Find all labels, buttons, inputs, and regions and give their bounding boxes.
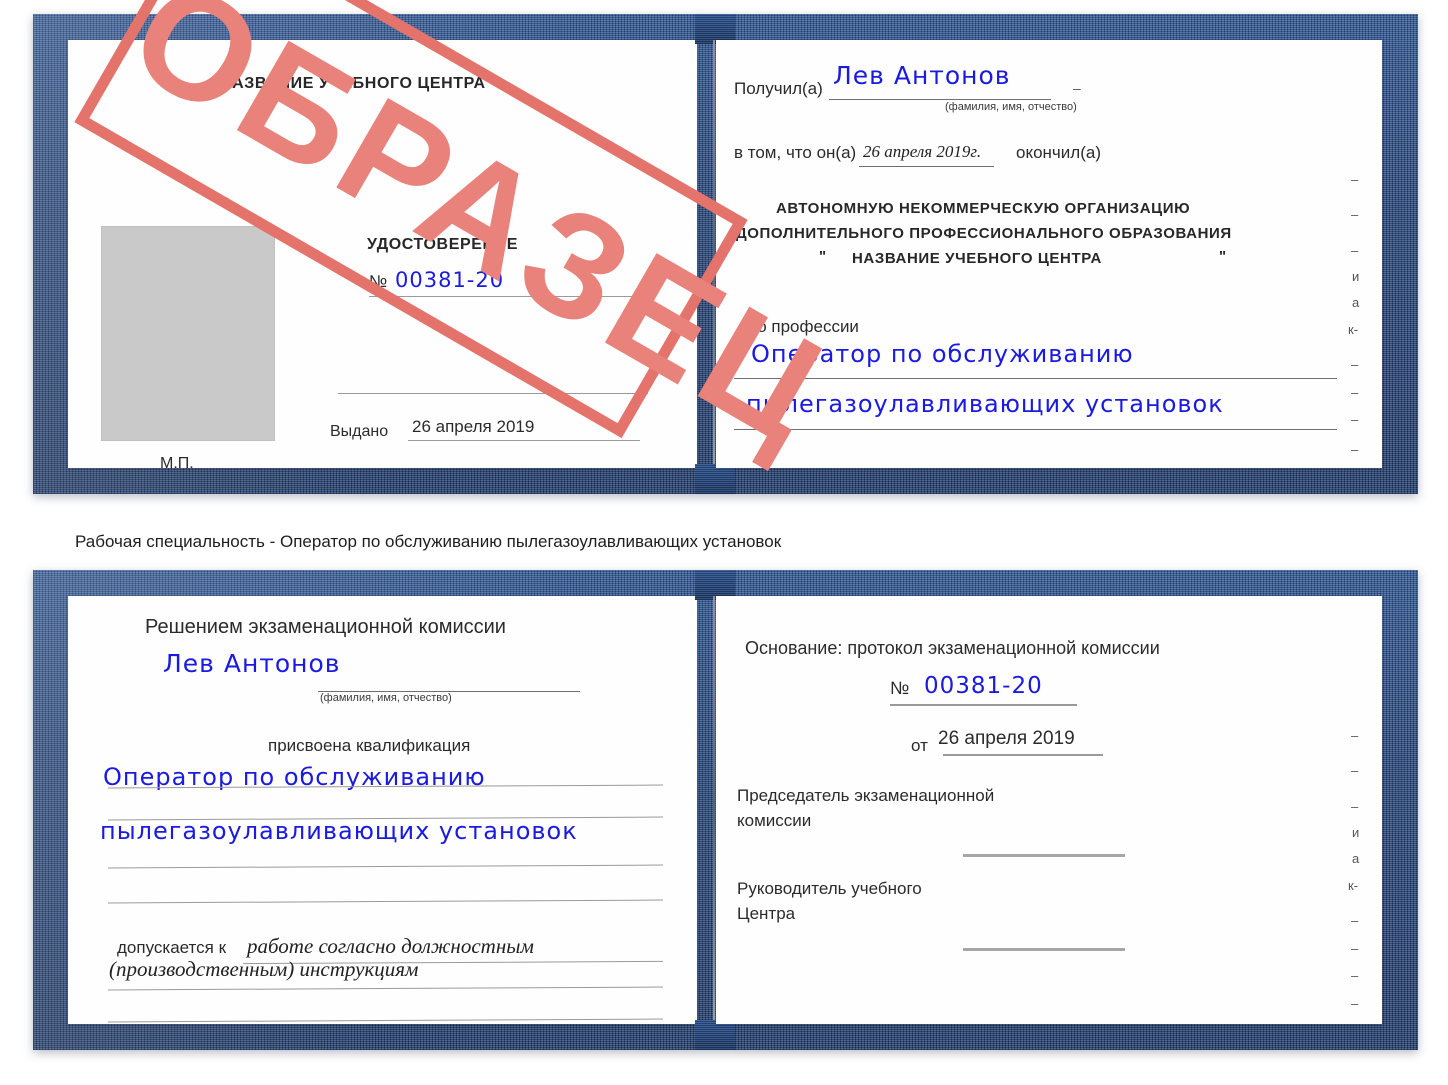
margin-dash-top: – bbox=[1073, 80, 1081, 96]
protocol-number-value: 00381-20 bbox=[924, 673, 1043, 699]
org-quote-open: " bbox=[819, 248, 827, 265]
screenshot-root: НАЗВАНИЕ УЧЕБНОГО ЦЕНТРА УДОСТОВЕРЕНИЕ №… bbox=[0, 0, 1448, 1085]
certificate-bottom-right-page: Основание: протокол экзаменационной коми… bbox=[716, 596, 1382, 1024]
chairman-line-1: Председатель экзаменационной bbox=[737, 786, 995, 805]
that-he-value: 26 апреля 2019г. bbox=[863, 142, 982, 161]
fragment: а bbox=[1352, 851, 1360, 866]
student-name: Лев Антонов bbox=[163, 649, 341, 678]
head-line-2: Центра bbox=[737, 904, 796, 923]
number-value: 00381-20 bbox=[395, 268, 505, 292]
fragment: – bbox=[1351, 799, 1359, 814]
protocol-date-label: от bbox=[911, 736, 928, 755]
that-he-label: в том, что он(а) bbox=[734, 143, 857, 162]
certificate-bottom-spine-tab-lower bbox=[695, 1020, 735, 1050]
received-label: Получил(а) bbox=[734, 79, 823, 98]
qual-rule-4 bbox=[108, 899, 663, 904]
number-label: № bbox=[369, 272, 388, 291]
protocol-number-label: № bbox=[890, 678, 910, 698]
fragment: а bbox=[1352, 295, 1360, 310]
profession-line-2: пылегазоулавливающих установок bbox=[746, 390, 1224, 418]
certificate-top-left-page: НАЗВАНИЕ УЧЕБНОГО ЦЕНТРА УДОСТОВЕРЕНИЕ №… bbox=[68, 40, 697, 468]
page-caption: Рабочая специальность - Оператор по обсл… bbox=[75, 532, 782, 551]
fragment: – bbox=[1351, 172, 1359, 187]
org-line-1: АВТОНОМНУЮ НЕКОММЕРЧЕСКУЮ ОРГАНИЗАЦИЮ bbox=[776, 200, 1191, 217]
fragment: к- bbox=[1348, 878, 1359, 893]
certificate-top-spine bbox=[713, 40, 715, 468]
certificate-top-spine-tab-lower bbox=[695, 464, 735, 494]
protocol-number-rule bbox=[890, 704, 1077, 706]
qual-rule-3 bbox=[108, 864, 663, 869]
org-line-2: ДОПОЛНИТЕЛЬНОГО ПРОФЕССИОНАЛЬНОГО ОБРАЗО… bbox=[736, 225, 1232, 242]
qualification-line-2: пылегазоулавливающих установок bbox=[100, 817, 578, 845]
chairman-signature-rule bbox=[963, 854, 1125, 857]
head-line-1: Руководитель учебного bbox=[737, 879, 922, 898]
fragment: – bbox=[1351, 996, 1359, 1011]
blank-rule-1 bbox=[338, 393, 648, 394]
qualification-label: присвоена квалификация bbox=[268, 736, 471, 755]
protocol-date-value: 26 апреля 2019 bbox=[938, 728, 1075, 749]
fragment: – bbox=[1351, 357, 1359, 372]
training-center-header: НАЗВАНИЕ УЧЕБНОГО ЦЕНТРА bbox=[220, 75, 486, 92]
org-quote-close: " bbox=[1219, 248, 1227, 265]
chairman-line-2: комиссии bbox=[737, 811, 812, 830]
fragment: и bbox=[1352, 825, 1360, 840]
profession-rule-2 bbox=[734, 429, 1337, 430]
issued-rule bbox=[408, 440, 640, 441]
fio-hint: (фамилия, имя, отчество) bbox=[945, 101, 1077, 113]
fragment: – bbox=[1351, 442, 1359, 457]
fragment: – bbox=[1351, 968, 1359, 983]
protocol-date-rule bbox=[943, 754, 1103, 756]
profession-label: по профессии bbox=[748, 317, 859, 336]
seal-label: М.П. bbox=[160, 455, 194, 468]
admitted-label: допускается к bbox=[117, 938, 227, 957]
issued-value: 26 апреля 2019 bbox=[412, 417, 535, 436]
certificate-top-right-page: Получил(а) Лев Антонов (фамилия, имя, от… bbox=[716, 40, 1382, 468]
fragment: – bbox=[1351, 913, 1359, 928]
fragment: – bbox=[1351, 941, 1359, 956]
fragment: и bbox=[1352, 269, 1360, 284]
commission-decision-header: Решением экзаменационной комиссии bbox=[145, 616, 506, 638]
fragment: – bbox=[1351, 243, 1359, 258]
issued-label: Выдано bbox=[330, 423, 389, 440]
certificate-bottom-left-page: Решением экзаменационной комиссии Лев Ан… bbox=[68, 596, 697, 1024]
fragment: – bbox=[1351, 763, 1359, 778]
fragment: к- bbox=[1348, 322, 1359, 337]
fragment: – bbox=[1351, 207, 1359, 222]
received-value: Лев Антонов bbox=[833, 61, 1011, 90]
admitted-line-1: работе согласно должностным bbox=[247, 934, 534, 958]
admitted-rule-3 bbox=[108, 1018, 663, 1023]
profession-line-1: Оператор по обслуживанию bbox=[751, 340, 1134, 368]
certificate-bottom-spine bbox=[713, 596, 715, 1024]
admitted-rule-2 bbox=[108, 986, 663, 991]
profession-rule-1 bbox=[734, 378, 1337, 379]
that-he-rule bbox=[859, 166, 994, 167]
head-signature-rule bbox=[963, 948, 1125, 951]
org-line-3: НАЗВАНИЕ УЧЕБНОГО ЦЕНТРА bbox=[852, 250, 1102, 267]
received-rule bbox=[829, 99, 1051, 100]
fragment: – bbox=[1351, 412, 1359, 427]
fragment: – bbox=[1351, 385, 1359, 400]
admitted-line-2: (производственным) инструкциям bbox=[109, 957, 419, 981]
basis-label: Основание: протокол экзаменационной коми… bbox=[745, 638, 1160, 658]
finished-label: окончил(а) bbox=[1016, 143, 1101, 162]
number-rule bbox=[369, 296, 641, 297]
document-title: УДОСТОВЕРЕНИЕ bbox=[367, 236, 519, 253]
fio-hint-bottom: (фамилия, имя, отчество) bbox=[320, 692, 452, 704]
photo-placeholder bbox=[101, 226, 275, 441]
fragment: – bbox=[1351, 728, 1359, 743]
